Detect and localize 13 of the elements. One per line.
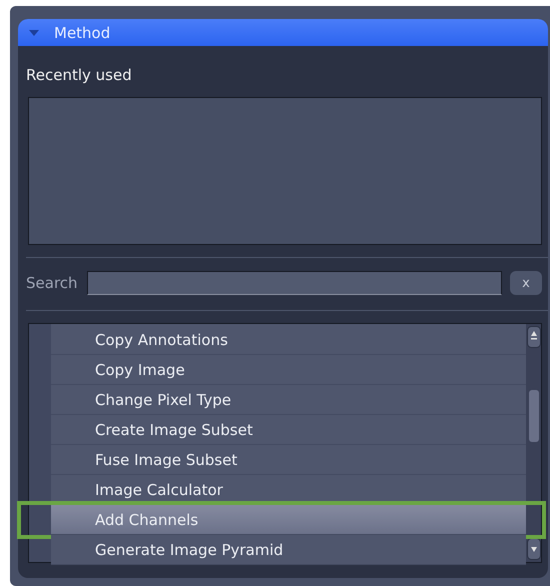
recently-used-label: Recently used: [25, 65, 133, 86]
scroll-down-icon[interactable]: [526, 538, 540, 560]
scroll-up-icon[interactable]: [526, 326, 540, 348]
panel-header[interactable]: Method: [18, 19, 548, 46]
panel-title: Method: [54, 24, 110, 42]
search-label: Search: [26, 274, 79, 292]
scrollbar[interactable]: [526, 324, 541, 562]
clear-button[interactable]: x: [510, 271, 542, 295]
method-item[interactable]: Generate Image Pyramid: [51, 535, 526, 565]
method-item[interactable]: Add Channels: [51, 505, 526, 535]
search-field[interactable]: [87, 271, 502, 295]
scroll-thumb[interactable]: [528, 390, 538, 442]
expand-triangle-icon: [28, 28, 40, 36]
